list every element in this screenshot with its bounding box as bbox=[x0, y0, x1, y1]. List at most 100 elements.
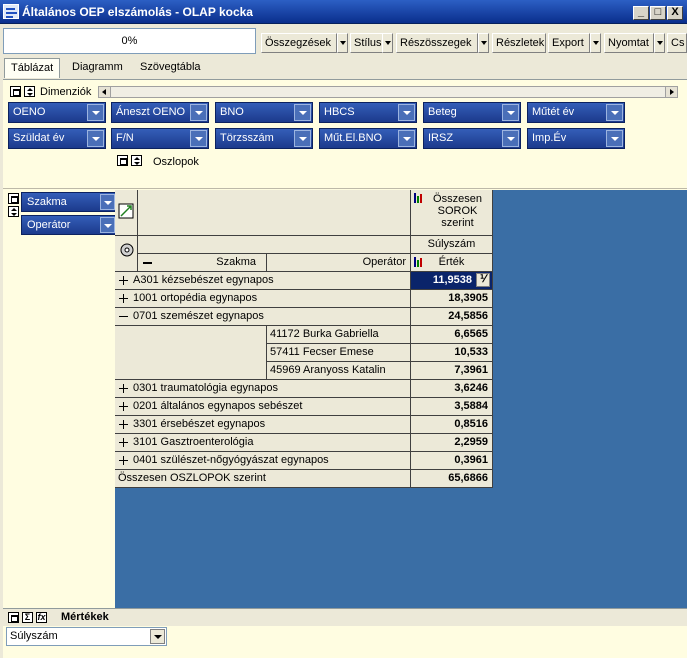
sigma-icon[interactable]: Σ bbox=[22, 612, 33, 623]
value-cell[interactable]: 10,533 bbox=[411, 344, 493, 362]
tab-tablazat[interactable]: Táblázat bbox=[4, 58, 61, 78]
reszosszegek-dropdown-icon[interactable] bbox=[478, 33, 489, 53]
table-row[interactable]: 0401 szülészet-nőgyógyászat egynapos bbox=[115, 452, 411, 470]
reszletek-button[interactable]: Részletek bbox=[492, 33, 546, 53]
chevron-down-icon[interactable] bbox=[190, 130, 207, 147]
nyomtat-dropdown-icon[interactable] bbox=[654, 33, 665, 53]
sub-row-label[interactable]: 41172 Burka Gabriella bbox=[267, 326, 411, 344]
columns-updown-icon[interactable] bbox=[131, 155, 142, 166]
chevron-down-icon[interactable] bbox=[294, 130, 311, 147]
expand-icon[interactable] bbox=[119, 456, 128, 465]
total-row-label[interactable]: Összesen OSZLOPOK szerint bbox=[115, 470, 411, 488]
chevron-down-icon[interactable] bbox=[190, 104, 207, 121]
value-cell[interactable]: 24,5856 bbox=[411, 308, 493, 326]
close-button[interactable]: X bbox=[667, 6, 683, 20]
chevron-down-icon[interactable] bbox=[100, 194, 115, 210]
dim-torzsszam[interactable]: Törzsszám bbox=[215, 128, 313, 149]
tab-diagramm[interactable]: Diagramm bbox=[66, 58, 129, 78]
chevron-down-icon[interactable] bbox=[606, 104, 623, 121]
dim-imp-ev[interactable]: Imp.Év bbox=[527, 128, 625, 149]
scroll-right-icon[interactable] bbox=[665, 87, 677, 97]
dim-beteg[interactable]: Beteg bbox=[423, 102, 521, 123]
chevron-down-icon[interactable] bbox=[87, 104, 104, 121]
value-cell-selected[interactable]: 11,9538 ⅟ bbox=[411, 272, 493, 290]
chevron-down-icon[interactable] bbox=[502, 104, 519, 121]
table-row[interactable]: 0701 szemészet egynapos bbox=[115, 308, 411, 326]
value-cell[interactable]: 3,5884 bbox=[411, 398, 493, 416]
dim-aneszt-oeno[interactable]: Áneszt OENO bbox=[111, 102, 209, 123]
chevron-down-icon[interactable] bbox=[150, 629, 165, 644]
dim-oeno[interactable]: OENO bbox=[8, 102, 106, 123]
drilldown-icon[interactable]: ⅟ bbox=[476, 273, 490, 287]
minimize-button[interactable]: _ bbox=[633, 6, 649, 20]
dim-szuldat-ev[interactable]: Szüldat év bbox=[8, 128, 106, 149]
measure-select[interactable]: Súlyszám bbox=[6, 627, 167, 646]
dim-irsz[interactable]: IRSZ bbox=[423, 128, 521, 149]
nyomtat-button[interactable]: Nyomtat bbox=[604, 33, 654, 53]
measure-header[interactable]: Súlyszám bbox=[411, 236, 493, 254]
collapse-icon[interactable] bbox=[119, 312, 128, 321]
reszosszegek-button[interactable]: Részösszegek bbox=[396, 33, 478, 53]
scroll-left-icon[interactable] bbox=[99, 87, 111, 97]
osszegzesek-button[interactable]: Összegzések bbox=[261, 33, 337, 53]
measures-toggle-icon[interactable] bbox=[8, 612, 19, 623]
settings-gear-icon[interactable] bbox=[117, 240, 137, 260]
export-dropdown-icon[interactable] bbox=[590, 33, 601, 53]
table-row[interactable]: 1001 ortopédia egynapos bbox=[115, 290, 411, 308]
row-header-operator[interactable]: Operátor bbox=[267, 254, 411, 272]
table-row[interactable]: A301 kézsebészet egynapos bbox=[115, 272, 411, 290]
sub-row-label[interactable]: 57411 Fecser Emese bbox=[267, 344, 411, 362]
chevron-down-icon[interactable] bbox=[502, 130, 519, 147]
columns-toggle-icon[interactable] bbox=[117, 155, 128, 166]
chevron-down-icon[interactable] bbox=[100, 217, 115, 233]
table-row[interactable]: 0301 traumatológia egynapos bbox=[115, 380, 411, 398]
value-cell[interactable]: 0,3961 bbox=[411, 452, 493, 470]
total-value[interactable]: 65,6866 bbox=[411, 470, 493, 488]
expand-icon[interactable] bbox=[119, 384, 128, 393]
value-cell[interactable]: 0,8516 bbox=[411, 416, 493, 434]
rows-updown-icon[interactable] bbox=[8, 206, 19, 217]
stilus-dropdown-icon[interactable] bbox=[382, 33, 393, 53]
value-cell[interactable]: 3,6246 bbox=[411, 380, 493, 398]
table-row[interactable]: 0201 általános egynapos sebészet bbox=[115, 398, 411, 416]
expand-icon[interactable] bbox=[119, 420, 128, 429]
dim-bno[interactable]: BNO bbox=[215, 102, 313, 123]
value-cell[interactable]: 6,6565 bbox=[411, 326, 493, 344]
expand-icon[interactable] bbox=[119, 276, 128, 285]
dimensions-updown-icon[interactable] bbox=[24, 86, 35, 97]
collapse-icon[interactable] bbox=[143, 262, 152, 264]
title-bar[interactable]: Általános OEP elszámolás - OLAP kocka _ … bbox=[0, 0, 687, 24]
dim-mut-el-bno[interactable]: Műt.El.BNO bbox=[319, 128, 417, 149]
tab-szovegtabla[interactable]: Szövegtábla bbox=[134, 58, 207, 78]
dim-mutet-ev[interactable]: Műtét év bbox=[527, 102, 625, 123]
maximize-button[interactable]: □ bbox=[650, 6, 666, 20]
chevron-down-icon[interactable] bbox=[294, 104, 311, 121]
expand-icon[interactable] bbox=[119, 438, 128, 447]
dim-f-n[interactable]: F/N bbox=[111, 128, 209, 149]
dimensions-scrollbar[interactable] bbox=[98, 86, 678, 98]
chevron-down-icon[interactable] bbox=[398, 130, 415, 147]
cs-button[interactable]: Cs bbox=[667, 33, 687, 53]
table-row[interactable]: 3101 Gasztroenterológia bbox=[115, 434, 411, 452]
sub-row-label[interactable]: 45969 Aranyoss Katalin bbox=[267, 362, 411, 380]
expand-icon[interactable] bbox=[119, 402, 128, 411]
export-button[interactable]: Export bbox=[548, 33, 590, 53]
chevron-down-icon[interactable] bbox=[398, 104, 415, 121]
expand-icon[interactable] bbox=[119, 294, 128, 303]
pivot-swap-icon[interactable] bbox=[117, 202, 137, 222]
row-dim-szakma[interactable]: Szakma bbox=[21, 192, 117, 212]
table-row[interactable]: 3301 érsebészet egynapos bbox=[115, 416, 411, 434]
dimensions-toggle-icon[interactable] bbox=[10, 86, 21, 97]
dim-hbcs[interactable]: HBCS bbox=[319, 102, 417, 123]
rows-toggle-icon[interactable] bbox=[8, 193, 19, 204]
osszegzesek-dropdown-icon[interactable] bbox=[337, 33, 348, 53]
value-cell[interactable]: 7,3961 bbox=[411, 362, 493, 380]
chevron-down-icon[interactable] bbox=[606, 130, 623, 147]
value-cell[interactable]: 18,3905 bbox=[411, 290, 493, 308]
chevron-down-icon[interactable] bbox=[87, 130, 104, 147]
value-header[interactable]: Érték bbox=[411, 254, 493, 272]
col-header-total[interactable]: Összesen SOROK szerint bbox=[411, 190, 493, 236]
formula-icon[interactable]: fx bbox=[36, 612, 47, 623]
row-header-szakma[interactable]: Szakma bbox=[138, 254, 267, 272]
value-cell[interactable]: 2,2959 bbox=[411, 434, 493, 452]
